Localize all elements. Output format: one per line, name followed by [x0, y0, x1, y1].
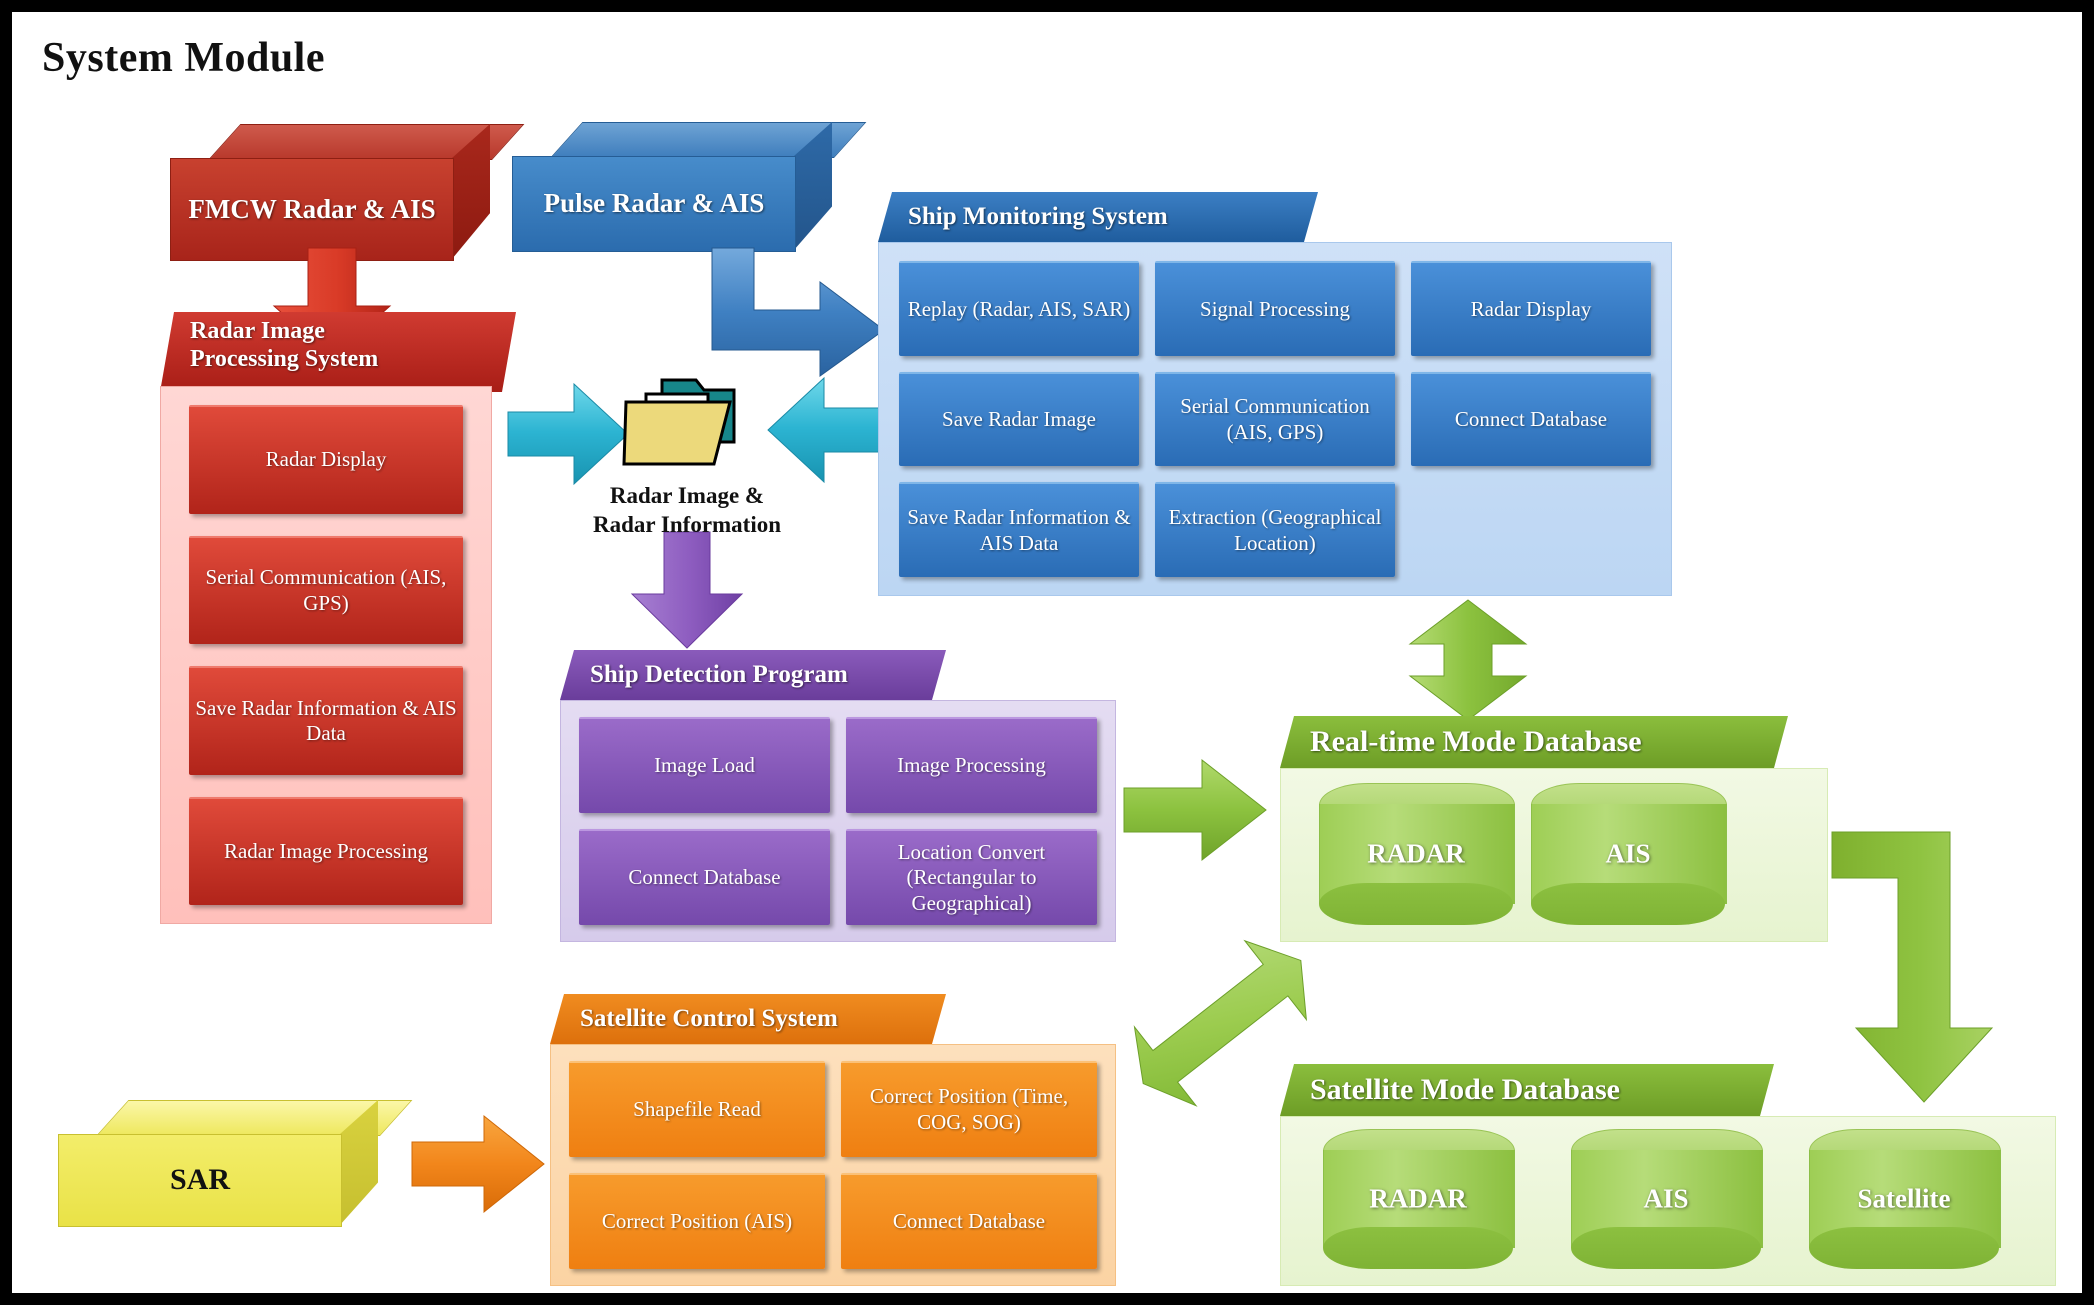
database-label: AIS	[1605, 838, 1651, 869]
green-elbow-down-arrow	[1831, 831, 2032, 1103]
module-grid-empty-slot	[1411, 482, 1651, 577]
panel-title-satellite-mode-database: Satellite Mode Database	[1280, 1064, 1774, 1116]
module-shapefile-read[interactable]: Shapefile Read	[569, 1061, 825, 1157]
panel-realtime-mode-database: Real-time Mode Database RADAR AIS	[1280, 716, 1828, 942]
module-radar-display[interactable]: Radar Display	[1411, 261, 1651, 356]
panel-body: Radar Display Serial Communication (AIS,…	[160, 386, 492, 924]
module-grid: Replay (Radar, AIS, SAR) Signal Processi…	[879, 243, 1671, 595]
database-label: RADAR	[1369, 1183, 1467, 1214]
panel-title-satellite-control-system: Satellite Control System	[550, 994, 946, 1044]
cube-front-face: FMCW Radar & AIS	[170, 158, 454, 261]
banner-line-1: Radar Image	[190, 318, 325, 344]
database-cylinder-ais[interactable]: AIS	[1531, 783, 1727, 925]
panel-ship-detection-program: Ship Detection Program Image Load Image …	[560, 650, 1116, 942]
panel-satellite-control-system: Satellite Control System Shapefile Read …	[550, 994, 1116, 1286]
database-cylinder-radar[interactable]: RADAR	[1319, 783, 1515, 925]
panel-title-radar-image-processing: Radar Image Processing System	[160, 312, 516, 392]
cube-front-face: Pulse Radar & AIS	[512, 156, 796, 252]
panel-title-realtime-mode-database: Real-time Mode Database	[1280, 716, 1788, 768]
module-correct-position-time-cog-sog[interactable]: Correct Position (Time, COG, SOG)	[841, 1061, 1097, 1157]
module-grid: Shapefile Read Correct Position (Time, C…	[551, 1045, 1115, 1285]
module-radar-image-processing[interactable]: Radar Image Processing	[189, 796, 463, 905]
banner-line-2: Processing System	[190, 345, 379, 372]
module-signal-processing[interactable]: Signal Processing	[1155, 261, 1395, 356]
cylinder-base	[1531, 883, 1725, 925]
cyan-left-arrow	[767, 376, 891, 484]
blue-elbow-right-arrow	[711, 247, 885, 377]
source-block-pulse: Pulse Radar & AIS	[512, 122, 867, 252]
panel-body: Replay (Radar, AIS, SAR) Signal Processi…	[878, 242, 1672, 596]
database-cylinder-radar[interactable]: RADAR	[1323, 1129, 1515, 1269]
module-radar-display[interactable]: Radar Display	[189, 405, 463, 514]
module-image-processing[interactable]: Image Processing	[846, 717, 1097, 813]
source-label-sar: SAR	[169, 1163, 230, 1197]
panel-body: Shapefile Read Correct Position (Time, C…	[550, 1044, 1116, 1286]
panel-title-ship-detection-program: Ship Detection Program	[560, 650, 946, 700]
database-label: RADAR	[1367, 838, 1465, 869]
purple-down-arrow	[630, 531, 744, 649]
green-right-arrow	[1123, 758, 1267, 862]
panel-ship-monitoring-system: Ship Monitoring System Replay (Radar, AI…	[878, 192, 1672, 596]
module-replay[interactable]: Replay (Radar, AIS, SAR)	[899, 261, 1139, 356]
module-save-radar-information-ais-data[interactable]: Save Radar Information & AIS Data	[189, 666, 463, 775]
source-label-fmcw: FMCW Radar & AIS	[188, 193, 436, 224]
cylinder-base	[1571, 1227, 1761, 1269]
cyan-right-arrow	[507, 382, 629, 486]
module-connect-database[interactable]: Connect Database	[579, 829, 830, 925]
database-cylinder-satellite[interactable]: Satellite	[1809, 1129, 2001, 1269]
module-correct-position-ais[interactable]: Correct Position (AIS)	[569, 1173, 825, 1269]
cube-front-face: SAR	[58, 1134, 342, 1227]
module-connect-database[interactable]: Connect Database	[841, 1173, 1097, 1269]
diagram-canvas: System Module FMCW Radar & AIS Pulse Rad…	[0, 0, 2094, 1305]
page-title: System Module	[42, 35, 325, 81]
caption-line-1: Radar Image &	[609, 483, 765, 508]
folder-icon	[620, 372, 748, 480]
green-updown-arrow	[1408, 599, 1528, 721]
panel-radar-image-processing: Radar Image Processing System Radar Disp…	[160, 312, 492, 924]
module-serial-communication[interactable]: Serial Communication (AIS, GPS)	[1155, 371, 1395, 467]
panel-satellite-mode-database: Satellite Mode Database RADAR AIS Satell…	[1280, 1064, 2056, 1286]
module-extraction-geographical-location[interactable]: Extraction (Geographical Location)	[1155, 482, 1395, 577]
panel-title-ship-monitoring-system: Ship Monitoring System	[878, 192, 1318, 242]
module-location-convert[interactable]: Location Convert (Rectangular to Geograp…	[846, 829, 1097, 925]
database-label: Satellite	[1857, 1183, 1951, 1214]
database-label: AIS	[1643, 1183, 1689, 1214]
cylinder-base	[1319, 883, 1513, 925]
source-label-pulse: Pulse Radar & AIS	[543, 188, 765, 219]
caption-line-2: Radar Information	[592, 511, 782, 537]
data-store-caption: Radar Image & Radar Information	[532, 482, 842, 540]
panel-body: Image Load Image Processing Connect Data…	[560, 700, 1116, 942]
orange-right-arrow	[411, 1114, 545, 1214]
module-grid: Image Load Image Processing Connect Data…	[561, 701, 1115, 941]
module-save-radar-image[interactable]: Save Radar Image	[899, 371, 1139, 467]
source-block-sar: SAR	[58, 1100, 413, 1227]
cylinder-base	[1323, 1227, 1513, 1269]
source-block-fmcw: FMCW Radar & AIS	[170, 124, 525, 261]
panel-body: RADAR AIS	[1280, 768, 1828, 942]
database-cylinder-ais[interactable]: AIS	[1571, 1129, 1763, 1269]
cylinder-base	[1809, 1227, 1999, 1269]
module-serial-communication[interactable]: Serial Communication (AIS, GPS)	[189, 535, 463, 644]
module-save-radar-information-ais-data[interactable]: Save Radar Information & AIS Data	[899, 482, 1139, 577]
module-grid: Radar Display Serial Communication (AIS,…	[161, 387, 491, 923]
module-image-load[interactable]: Image Load	[579, 717, 830, 813]
panel-body: RADAR AIS Satellite	[1280, 1116, 2056, 1286]
module-connect-database[interactable]: Connect Database	[1411, 371, 1651, 467]
